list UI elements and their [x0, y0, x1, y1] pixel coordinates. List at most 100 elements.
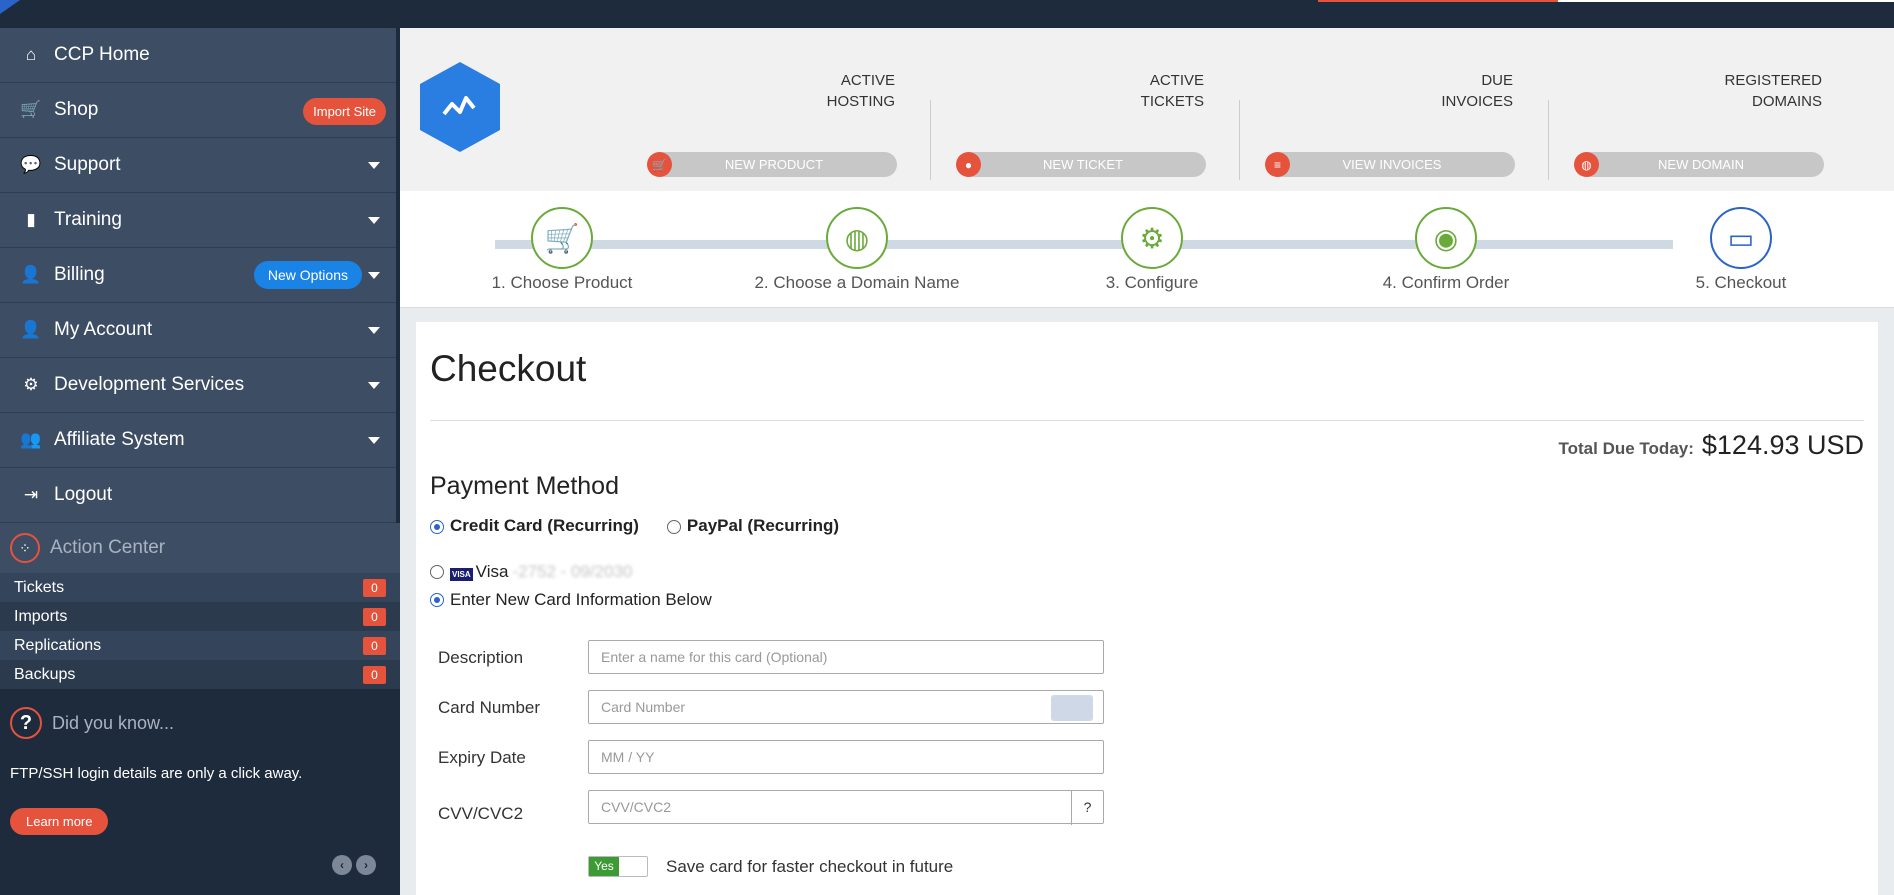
stat-line1: ACTIVE: [1149, 72, 1204, 89]
card-number-row: Card Number Card Number: [438, 690, 1108, 724]
new-card-option[interactable]: Enter New Card Information Below: [430, 590, 712, 610]
new-domain-button[interactable]: NEW DOMAIN: [1578, 152, 1824, 177]
total-label: Total Due Today:: [1558, 439, 1694, 458]
stat-line2: HOSTING: [826, 93, 895, 110]
sidebar-item-label: Billing: [54, 264, 105, 285]
corner-accent: [0, 0, 20, 14]
top-bar-accent-white: [1558, 0, 1894, 2]
import-site-badge[interactable]: Import Site: [303, 98, 386, 125]
count-badge: 0: [363, 608, 386, 626]
saved-card-option[interactable]: VISA Visa -2752 - 09/2030: [430, 562, 632, 582]
sidebar-item-billing[interactable]: 👤 Billing New Options: [0, 248, 396, 303]
card-number-input[interactable]: Card Number: [588, 690, 1104, 724]
step-label: 4. Confirm Order: [1382, 273, 1510, 292]
stat-line2: DOMAINS: [1751, 93, 1822, 110]
cart-icon: 🛒: [531, 207, 593, 269]
sidebar-item-development-services[interactable]: ⚙ Development Services: [0, 358, 396, 413]
sidebar-item-support[interactable]: 💬 Support: [0, 138, 396, 193]
visa-icon: VISA: [450, 568, 473, 581]
description-label: Description: [438, 648, 524, 667]
sidebar-item-label: Shop: [54, 99, 99, 120]
chat-icon: 💬: [20, 155, 42, 174]
sidebar-item-my-account[interactable]: 👤 My Account: [0, 303, 396, 358]
sidebar-item-label: CCP Home: [54, 44, 150, 65]
book-icon: ▮: [26, 210, 36, 229]
radio-selected[interactable]: [430, 519, 444, 534]
count-badge: 0: [363, 637, 386, 655]
action-center-title: Action Center: [50, 537, 166, 558]
chevron-down-icon: [368, 382, 380, 389]
sidebar-item-shop[interactable]: 🛒 Shop Import Site: [0, 83, 396, 138]
step-confirm-order[interactable]: ◉ 4. Confirm Order: [1326, 207, 1566, 293]
chevron-left-icon[interactable]: ‹: [332, 855, 352, 875]
question-icon: ?: [10, 707, 42, 739]
new-options-badge[interactable]: New Options: [253, 261, 362, 289]
expiry-input[interactable]: MM / YY: [588, 740, 1104, 774]
step-configure[interactable]: ⚙ 3. Configure: [1032, 207, 1272, 293]
learn-more-button[interactable]: Learn more: [10, 808, 109, 835]
placeholder: CVV/CVC2: [601, 799, 672, 815]
action-row-replications[interactable]: Replications 0: [0, 631, 400, 660]
cart-icon: 🛒: [20, 100, 42, 119]
stat-active-hosting: ACTIVE HOSTING 🛒 NEW PRODUCT: [647, 70, 931, 180]
total-value: $124.93 USD: [1701, 430, 1864, 460]
home-icon: ⌂: [25, 45, 37, 64]
save-card-toggle[interactable]: Yes: [588, 856, 648, 877]
did-you-know-text: FTP/SSH login details are only a click a…: [10, 765, 303, 782]
card-number-label: Card Number: [438, 698, 541, 717]
cvv-help-button[interactable]: ?: [1071, 791, 1103, 825]
step-label: 3. Configure: [1105, 273, 1199, 292]
sidebar-item-training[interactable]: ▮ Training: [0, 193, 396, 248]
cvv-input[interactable]: CVV/CVC2?: [588, 790, 1104, 825]
cart-icon: 🛒: [647, 152, 672, 177]
radio-selected[interactable]: [430, 593, 444, 607]
credit-card-option[interactable]: Credit Card (Recurring): [430, 516, 639, 536]
step-choose-domain[interactable]: ◍ 2. Choose a Domain Name: [737, 207, 977, 293]
chevron-down-icon: [368, 217, 380, 224]
step-choose-product[interactable]: 🛒 1. Choose Product: [442, 207, 682, 293]
action-row-label: Imports: [14, 607, 68, 625]
credit-card-icon: ▭: [1710, 207, 1772, 269]
sidebar-item-label: Logout: [54, 484, 113, 505]
checkout-steps: 🛒 1. Choose Product ◍ 2. Choose a Domain…: [400, 191, 1894, 308]
paypal-option[interactable]: PayPal (Recurring): [666, 516, 839, 536]
gears-icon: ⚙: [23, 375, 39, 394]
action-row-label: Tickets: [14, 578, 65, 596]
divider: [430, 420, 1864, 421]
new-ticket-button[interactable]: NEW TICKET: [960, 152, 1206, 177]
stat-active-tickets: ACTIVE TICKETS ● NEW TICKET: [956, 70, 1240, 180]
credit-card-icon: [1051, 695, 1093, 721]
new-product-button[interactable]: NEW PRODUCT: [651, 152, 897, 177]
description-row: Description Enter a name for this card (…: [438, 640, 1108, 674]
payment-method-options: Credit Card (Recurring) PayPal (Recurrin…: [430, 516, 839, 536]
invoice-icon: ≡: [1265, 152, 1290, 177]
top-bar-accent: [1318, 0, 1558, 2]
cvv-row: CVV/CVC2 CVV/CVC2?: [438, 790, 1108, 825]
divider: [1548, 100, 1549, 180]
step-checkout[interactable]: ▭ 5. Checkout: [1621, 207, 1861, 293]
radio[interactable]: [666, 519, 681, 534]
did-you-know-header: ? Did you know...: [0, 689, 400, 739]
description-input[interactable]: Enter a name for this card (Optional): [588, 640, 1104, 674]
radio[interactable]: [430, 565, 444, 579]
sidebar-item-affiliate-system[interactable]: 👥 Affiliate System: [0, 413, 396, 468]
sidebar-item-logout[interactable]: ⇥ Logout: [0, 468, 396, 523]
sidebar-item-ccp-home[interactable]: ⌂ CCP Home: [0, 28, 396, 83]
gears-icon: ⚙: [1121, 207, 1183, 269]
step-label: 1. Choose Product: [491, 273, 633, 292]
action-row-tickets[interactable]: Tickets 0: [0, 573, 400, 602]
sidebar-item-label: Training: [54, 209, 122, 230]
chat-icon: ●: [956, 152, 981, 177]
action-row-imports[interactable]: Imports 0: [0, 602, 400, 631]
chevron-right-icon[interactable]: ›: [356, 855, 376, 875]
option-label: Credit Card (Recurring): [450, 516, 639, 535]
spinner-icon: ⁘: [10, 533, 40, 563]
top-bar: [400, 0, 1894, 28]
logout-icon: ⇥: [23, 485, 39, 504]
expiry-label: Expiry Date: [438, 748, 526, 767]
globe-icon: ◍: [1574, 152, 1599, 177]
view-invoices-button[interactable]: VIEW INVOICES: [1269, 152, 1515, 177]
action-row-backups[interactable]: Backups 0: [0, 660, 400, 689]
stat-due-invoices: DUE INVOICES ≡ VIEW INVOICES: [1265, 70, 1549, 180]
users-icon: 👥: [20, 430, 42, 449]
